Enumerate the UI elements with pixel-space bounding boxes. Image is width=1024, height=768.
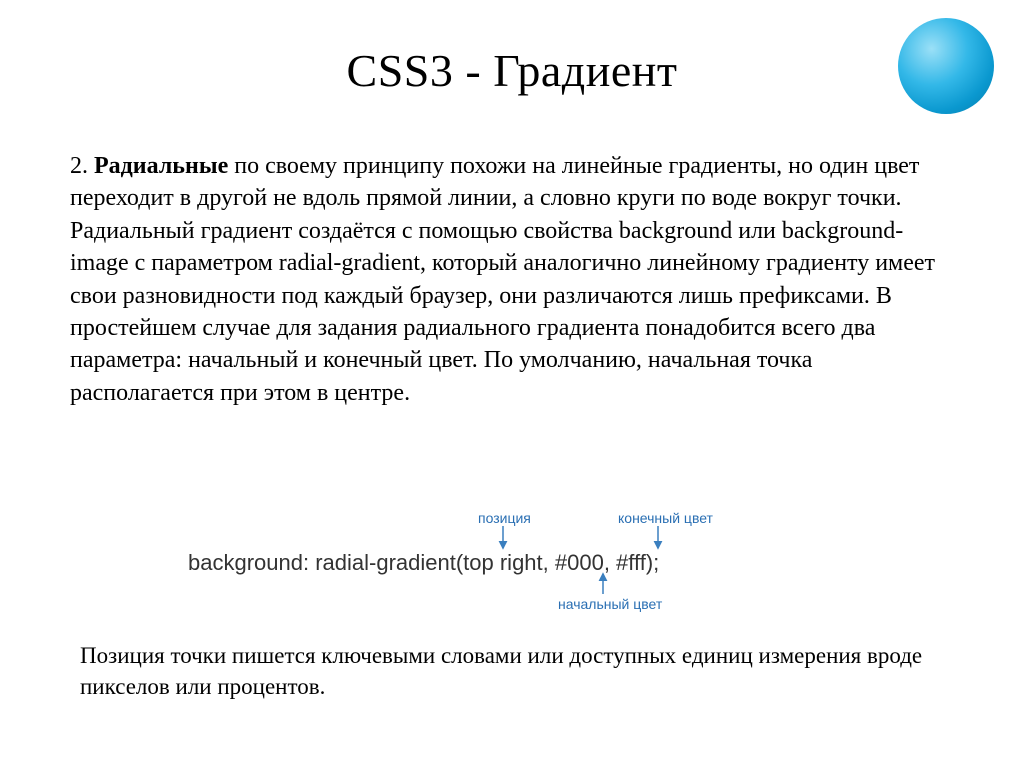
slide: CSS3 - Градиент 2. Радиальные по своему … bbox=[0, 0, 1024, 768]
code-diagram: позиция конечный цвет начальный цвет bac… bbox=[188, 508, 828, 618]
footnote: Позиция точки пишется ключевыми словами … bbox=[80, 640, 960, 702]
paragraph-rest: по своему принципу похожи на линейные гр… bbox=[70, 153, 935, 406]
paragraph-number: 2. bbox=[70, 153, 94, 179]
arrows-svg bbox=[188, 508, 828, 618]
paragraph-lead: Радиальные bbox=[94, 153, 228, 179]
page-title: CSS3 - Градиент bbox=[0, 44, 1024, 97]
main-paragraph: 2. Радиальные по своему принципу похожи … bbox=[70, 150, 960, 409]
